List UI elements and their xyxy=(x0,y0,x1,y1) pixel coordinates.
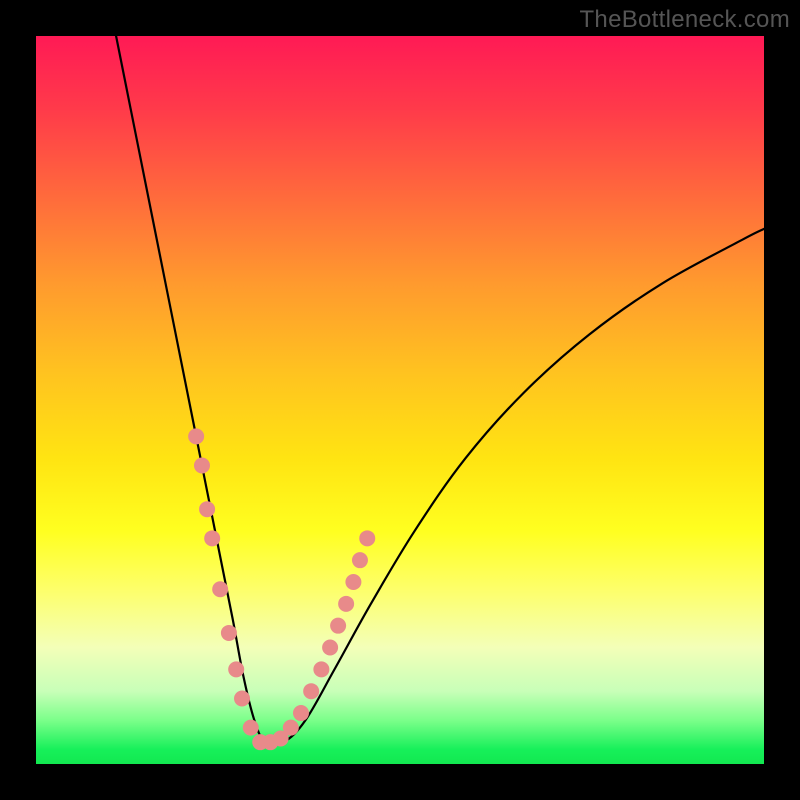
data-marker xyxy=(262,734,278,750)
data-marker xyxy=(345,574,361,590)
chart-svg xyxy=(36,36,764,764)
data-marker xyxy=(338,596,354,612)
curve-line xyxy=(116,36,764,745)
data-marker xyxy=(188,428,204,444)
data-markers xyxy=(188,428,375,750)
data-marker xyxy=(221,625,237,641)
data-marker xyxy=(273,731,289,747)
watermark-text: TheBottleneck.com xyxy=(579,6,790,34)
data-marker xyxy=(313,661,329,677)
data-marker xyxy=(330,618,346,634)
chart-container: TheBottleneck.com xyxy=(0,0,800,800)
data-marker xyxy=(303,683,319,699)
data-marker xyxy=(234,690,250,706)
data-marker xyxy=(293,705,309,721)
data-marker xyxy=(359,530,375,546)
data-marker xyxy=(252,734,268,750)
data-marker xyxy=(283,720,299,736)
data-marker xyxy=(322,640,338,656)
data-marker xyxy=(212,581,228,597)
data-marker xyxy=(204,530,220,546)
plot-area xyxy=(36,36,764,764)
data-marker xyxy=(228,661,244,677)
data-marker xyxy=(199,501,215,517)
data-marker xyxy=(243,720,259,736)
data-marker xyxy=(352,552,368,568)
data-marker xyxy=(194,458,210,474)
